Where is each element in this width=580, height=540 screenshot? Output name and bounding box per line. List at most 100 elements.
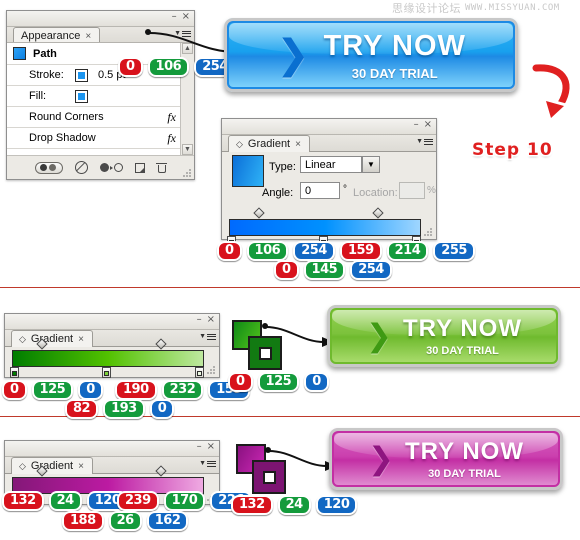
rgb-badge-red: 188 [62,511,104,531]
try-now-button-blue[interactable]: ❯ TRY NOW 30 DAY TRIAL [224,18,518,92]
close-icon[interactable]: × [424,120,432,130]
gradient-blue-tabstrip[interactable]: ◇ Gradient × ▼ [222,135,436,152]
duplicate-item-icon[interactable] [100,163,123,172]
stroke-swatch[interactable] [252,460,286,494]
tab-gradient[interactable]: ◇ Gradient × [11,457,93,474]
rgb-badges-green-stop-left: 0 125 0 [2,380,103,400]
appearance-row-label: Stroke: [29,69,64,81]
panel-menu-icon[interactable]: ▼ [174,29,191,38]
gradient-angle-input[interactable]: 0 [300,182,340,199]
tab-gradient[interactable]: ◇ Gradient × [228,135,310,152]
gradient-slider-green[interactable] [10,338,204,378]
hamburger-icon [207,332,216,341]
rgb-badge-red: 132 [231,495,273,515]
gradient-midpoint-right[interactable] [372,207,384,219]
rgb-badges-blue-stop-left: 0 106 254 [217,241,335,261]
gradient-location-label: Location: [353,187,398,199]
fill-color-swatch[interactable] [75,89,88,103]
gradient-stop-mid[interactable] [102,367,111,378]
tab-gradient[interactable]: ◇ Gradient × [11,330,93,347]
rgb-badge-red: 0 [228,372,253,392]
stroke-color-swatch[interactable] [75,68,88,82]
tab-close-icon[interactable]: × [78,334,84,345]
gradient-preview-swatch[interactable] [232,155,264,187]
resize-grip[interactable] [183,169,192,177]
appearance-panel-footer[interactable] [7,155,194,179]
close-icon[interactable]: × [207,442,215,452]
appearance-row-drop-shadow[interactable]: Drop Shadow fx [7,128,194,149]
rgb-badge-blue: 0 [78,380,103,400]
tab-close-icon[interactable]: × [78,461,84,472]
gradient-location-input [399,182,425,199]
rgb-badges-blue-stop-mid: 0 145 254 [274,260,392,280]
gradient-stop-left[interactable] [10,367,19,378]
stroke-swatch[interactable] [248,336,282,370]
rgb-badge-red: 132 [2,491,44,511]
scroll-down-icon[interactable]: ▼ [182,144,193,155]
gradient-blue-window-buttons[interactable]: – × [414,120,432,130]
gradient-purple-titlebar[interactable]: – × [5,441,219,457]
section-divider-1 [0,287,580,288]
rgb-badge-blue: 255 [433,241,475,261]
button-content: ❯ TRY NOW 30 DAY TRIAL [224,18,518,92]
minimize-icon[interactable]: – [414,120,419,130]
rgb-badge-red: 0 [274,260,299,280]
minimize-icon[interactable]: – [197,442,202,452]
scroll-up-icon[interactable]: ▲ [182,43,193,54]
swatch-pair-green[interactable] [232,320,284,372]
appearance-row-round-corners[interactable]: Round Corners fx [7,107,194,128]
appearance-window-buttons[interactable]: – × [172,12,190,22]
swatch-pair-purple[interactable] [236,444,288,496]
try-now-button-green[interactable]: ❯ TRY NOW 30 DAY TRIAL [327,305,561,367]
new-art-icon[interactable] [135,162,145,173]
close-icon[interactable]: × [207,315,215,325]
minimize-icon[interactable]: – [172,12,177,22]
rgb-badges-blue-stroke: 0 106 254 [118,57,236,77]
try-now-button-purple[interactable]: ❯ TRY NOW 30 DAY TRIAL [329,428,563,490]
button-text-block: TRY NOW 30 DAY TRIAL [324,30,466,81]
effect-fx-icon[interactable]: fx [167,131,176,146]
chevron-down-icon: ▼ [199,333,206,341]
gradient-ramp[interactable] [12,350,204,367]
gradient-green-titlebar[interactable]: – × [5,314,219,330]
tab-close-icon[interactable]: × [295,139,301,150]
path-thumbnail-swatch [13,47,26,60]
hamburger-icon [424,137,433,146]
chevron-right-icon: ❯ [366,317,392,354]
resize-grip[interactable] [424,228,433,236]
tab-close-icon[interactable]: × [85,31,91,42]
minimize-icon[interactable]: – [197,315,202,325]
delete-item-icon[interactable] [156,162,167,173]
panel-menu-icon[interactable]: ▼ [199,332,216,341]
resize-grip[interactable] [207,366,216,374]
step-arrow-icon [530,62,572,124]
effect-fx-icon[interactable]: fx [167,110,176,125]
close-icon[interactable]: × [182,12,190,22]
appearance-panel[interactable]: – × Appearance × ▼ Path Stroke: 0.5 pt F… [6,10,195,180]
clear-appearance-icon[interactable] [75,161,88,174]
gradient-blue-titlebar[interactable]: – × [222,119,436,135]
gradient-angle-label: Angle: [262,187,294,199]
gradient-type-select[interactable]: Linear [300,156,362,173]
gradient-green-window-buttons[interactable]: – × [197,315,215,325]
rgb-badge-red: 0 [2,380,27,400]
chevron-down-icon[interactable]: ▼ [362,156,380,173]
gradient-angle-value: 0 [305,184,312,197]
appearance-toggle-icon[interactable] [35,161,63,174]
gradient-panel-green[interactable]: – × ◇ Gradient × ▼ [4,313,220,378]
chevron-right-icon: ❯ [276,32,310,78]
watermark-cn: 思缘设计论坛 [392,2,461,15]
gradient-purple-window-buttons[interactable]: – × [197,442,215,452]
appearance-panel-titlebar[interactable]: – × [7,11,194,27]
watermark: 思缘设计论坛 WWW.MISSYUAN.COM [392,0,580,16]
gradient-panel-blue[interactable]: – × ◇ Gradient × ▼ Type: Linear ▼ Angle:… [221,118,437,247]
panel-menu-icon[interactable]: ▼ [199,459,216,468]
gradient-ramp[interactable] [229,219,421,236]
panel-menu-icon[interactable]: ▼ [416,137,433,146]
gradient-slider-blue[interactable] [227,207,421,247]
gradient-stop-right[interactable] [195,367,204,378]
gradient-midpoint-left[interactable] [253,207,265,219]
hamburger-icon [182,29,191,38]
chevron-down-icon: ▼ [416,138,423,146]
appearance-row-fill[interactable]: Fill: [7,86,194,107]
